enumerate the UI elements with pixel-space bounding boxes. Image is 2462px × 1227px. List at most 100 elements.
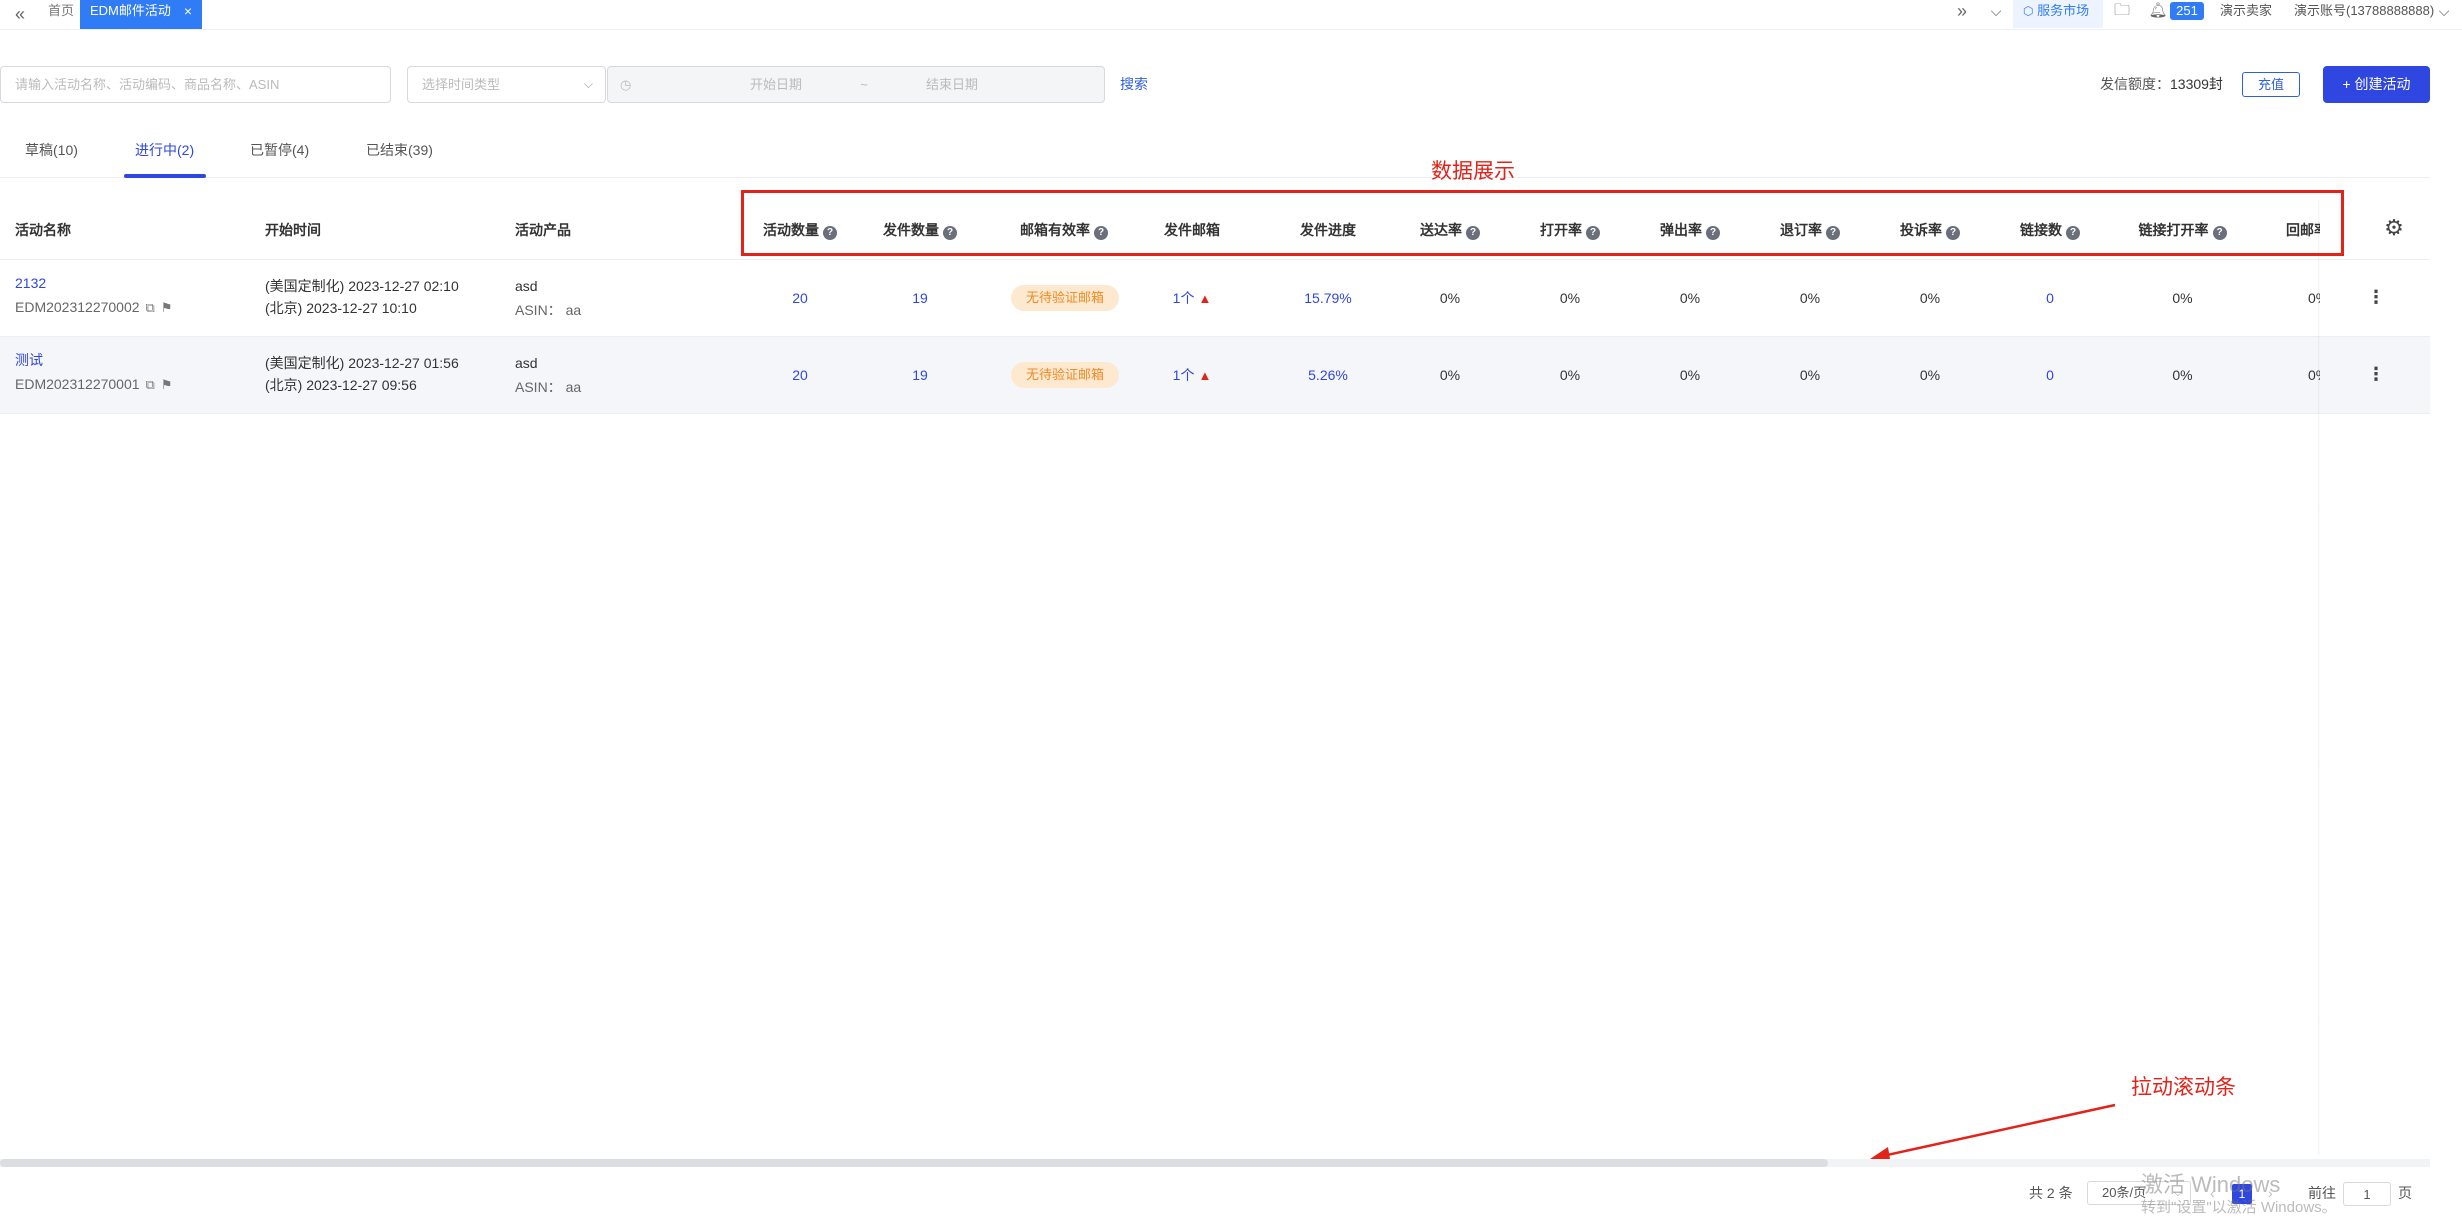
send-quota: 发信额度：13309封: [2100, 73, 2223, 95]
flag-icon[interactable]: ⚑: [161, 374, 173, 396]
col-open-rate-label: 打开率: [1540, 222, 1582, 238]
help-icon[interactable]: ?: [1586, 226, 1600, 240]
progress-value[interactable]: 5.26%: [1288, 364, 1368, 386]
tabs-dropdown-icon[interactable]: ⌵: [1984, 0, 2008, 24]
product-asin: ASIN： aa: [515, 379, 582, 395]
page-number-current[interactable]: 1: [2232, 1184, 2252, 1204]
start-time-us: (美国定制化) 2023-12-27 02:10: [265, 278, 459, 294]
unsubscribe-rate-value: 0%: [1799, 367, 1821, 383]
send-mailbox-cell[interactable]: 1个 ▲: [1152, 287, 1232, 310]
help-icon[interactable]: ?: [943, 226, 957, 240]
col-link-count: 链接数?: [2005, 200, 2095, 260]
campaign-name-link[interactable]: 2132: [15, 272, 46, 294]
page-size-select[interactable]: 20条/页 ⌵: [2087, 1181, 2191, 1205]
search-input[interactable]: [0, 66, 391, 103]
tab-in-progress[interactable]: 进行中(2): [135, 136, 194, 178]
delivery-rate-value: 0%: [1439, 290, 1461, 306]
send-mailbox-value[interactable]: 1个: [1173, 367, 1195, 383]
collapse-sidebar-icon[interactable]: «: [8, 2, 32, 26]
col-delivery-rate: 送达率?: [1405, 200, 1495, 260]
status-tabs: 草稿(10) 进行中(2) 已暂停(4) 已结束(39): [0, 136, 2430, 178]
send-count-value[interactable]: 19: [868, 364, 972, 386]
prev-page-icon[interactable]: ‹: [2210, 1182, 2215, 1204]
campaign-code-text: EDM202312270001: [15, 376, 140, 392]
col-unsubscribe-rate-label: 退订率: [1780, 222, 1822, 238]
tab-draft[interactable]: 草稿(10): [25, 136, 78, 178]
product-name: asd: [515, 278, 538, 294]
column-settings-icon[interactable]: ⚙: [2382, 216, 2406, 240]
notification-badge[interactable]: 251: [2170, 2, 2204, 20]
send-quota-value: 13309封: [2170, 76, 2223, 92]
account-dropdown-icon[interactable]: ⌵: [2434, 0, 2454, 24]
complaint-rate-value: 0%: [1919, 290, 1941, 306]
campaign-code: EDM202312270002 ⧉ ⚑: [15, 296, 173, 319]
help-icon[interactable]: ?: [2066, 226, 2080, 240]
top-bar: « 首页 EDM邮件活动 × » ⌵ ⬡ 服务市场 🗀 🔔︎ 251 演示卖家 …: [0, 0, 2462, 30]
time-type-select[interactable]: 选择时间类型 ⌵: [407, 66, 606, 103]
col-progress: 发件进度: [1300, 222, 1356, 238]
copy-icon[interactable]: ⧉: [146, 374, 155, 396]
product-asin: ASIN： aa: [515, 302, 582, 318]
seller-name[interactable]: 演示卖家: [2220, 0, 2272, 30]
tab-ended[interactable]: 已结束(39): [366, 136, 433, 178]
recharge-button[interactable]: 充值: [2242, 72, 2300, 97]
cube-icon: ⬡: [2023, 4, 2034, 18]
create-campaign-button[interactable]: + 创建活动: [2323, 66, 2430, 103]
flag-icon[interactable]: ⚑: [161, 297, 173, 319]
col-link-open-rate-label: 链接打开率: [2138, 222, 2209, 238]
col-delivery-rate-label: 送达率: [1420, 222, 1462, 238]
col-unsubscribe-rate: 退订率?: [1765, 200, 1855, 260]
link-count-value[interactable]: 0: [2005, 364, 2095, 386]
send-quota-label: 发信额度：: [2100, 76, 2170, 92]
annotation-scrollbar-hint: 拉动滚动条: [2131, 1076, 2236, 1099]
col-activity-count: 活动数量?: [748, 200, 852, 260]
table-row: 测试 EDM202312270001 ⧉ ⚑ (美国定制化) 2023-12-27 …: [0, 337, 2430, 414]
bell-icon[interactable]: 🔔︎: [2148, 0, 2168, 24]
goto-page-input[interactable]: [2343, 1182, 2391, 1206]
send-count-value[interactable]: 19: [868, 287, 972, 309]
col-send-count-label: 发件数量: [883, 222, 939, 238]
help-icon[interactable]: ?: [1094, 226, 1108, 240]
account-name[interactable]: 演示账号(13788888888): [2294, 0, 2434, 30]
scroll-tabs-right-icon[interactable]: »: [1950, 0, 1974, 24]
progress-value[interactable]: 15.79%: [1288, 287, 1368, 309]
folder-icon[interactable]: 🗀: [2110, 0, 2134, 24]
col-complaint-rate: 投诉率?: [1885, 200, 1975, 260]
help-icon[interactable]: ?: [1826, 226, 1840, 240]
date-range-separator: ~: [860, 77, 868, 92]
horizontal-scrollbar-thumb[interactable]: [0, 1159, 1828, 1167]
chevron-down-icon: ⌵: [583, 77, 593, 91]
tab-paused[interactable]: 已暂停(4): [250, 136, 309, 178]
link-open-rate-value: 0%: [2172, 290, 2193, 306]
link-count-value[interactable]: 0: [2005, 287, 2095, 309]
tab-home[interactable]: 首页: [42, 0, 80, 30]
help-icon[interactable]: ?: [2212, 226, 2227, 240]
delivery-rate-value: 0%: [1439, 367, 1461, 383]
send-mailbox-cell[interactable]: 1个 ▲: [1152, 364, 1232, 387]
date-range-picker[interactable]: ◷ 开始日期 ~ 结束日期: [607, 66, 1105, 103]
col-start-time: 开始时间: [265, 222, 321, 238]
activity-count-value[interactable]: 20: [748, 364, 852, 386]
activity-count-value[interactable]: 20: [748, 287, 852, 309]
help-icon[interactable]: ?: [1706, 226, 1720, 240]
send-mailbox-value[interactable]: 1个: [1173, 290, 1195, 306]
copy-icon[interactable]: ⧉: [146, 297, 155, 319]
next-page-icon[interactable]: ›: [2268, 1182, 2273, 1204]
col-email-validity: 邮箱有效率?: [1004, 200, 1124, 260]
more-actions-icon[interactable]: ⋮: [2366, 286, 2386, 308]
status-badge: 无待验证邮箱: [1010, 362, 1119, 388]
col-link-open-rate: 链接打开率?: [2125, 200, 2240, 260]
search-button[interactable]: 搜索: [1120, 73, 1148, 95]
tab-edm-campaign[interactable]: EDM邮件活动 ×: [80, 0, 202, 29]
campaign-name-link[interactable]: 测试: [15, 349, 43, 371]
more-actions-icon[interactable]: ⋮: [2366, 363, 2386, 385]
close-tab-icon[interactable]: ×: [184, 0, 192, 22]
help-icon[interactable]: ?: [823, 226, 837, 240]
help-icon[interactable]: ?: [1946, 226, 1960, 240]
pagination-total: 共 2 条: [2029, 1185, 2073, 1201]
chevron-down-icon: ⌵: [2173, 1187, 2182, 1199]
help-icon[interactable]: ?: [1466, 226, 1480, 240]
page-suffix: 页: [2398, 1185, 2412, 1201]
service-market-button[interactable]: ⬡ 服务市场: [2013, 0, 2103, 28]
arrow-line: [1877, 1103, 2116, 1159]
